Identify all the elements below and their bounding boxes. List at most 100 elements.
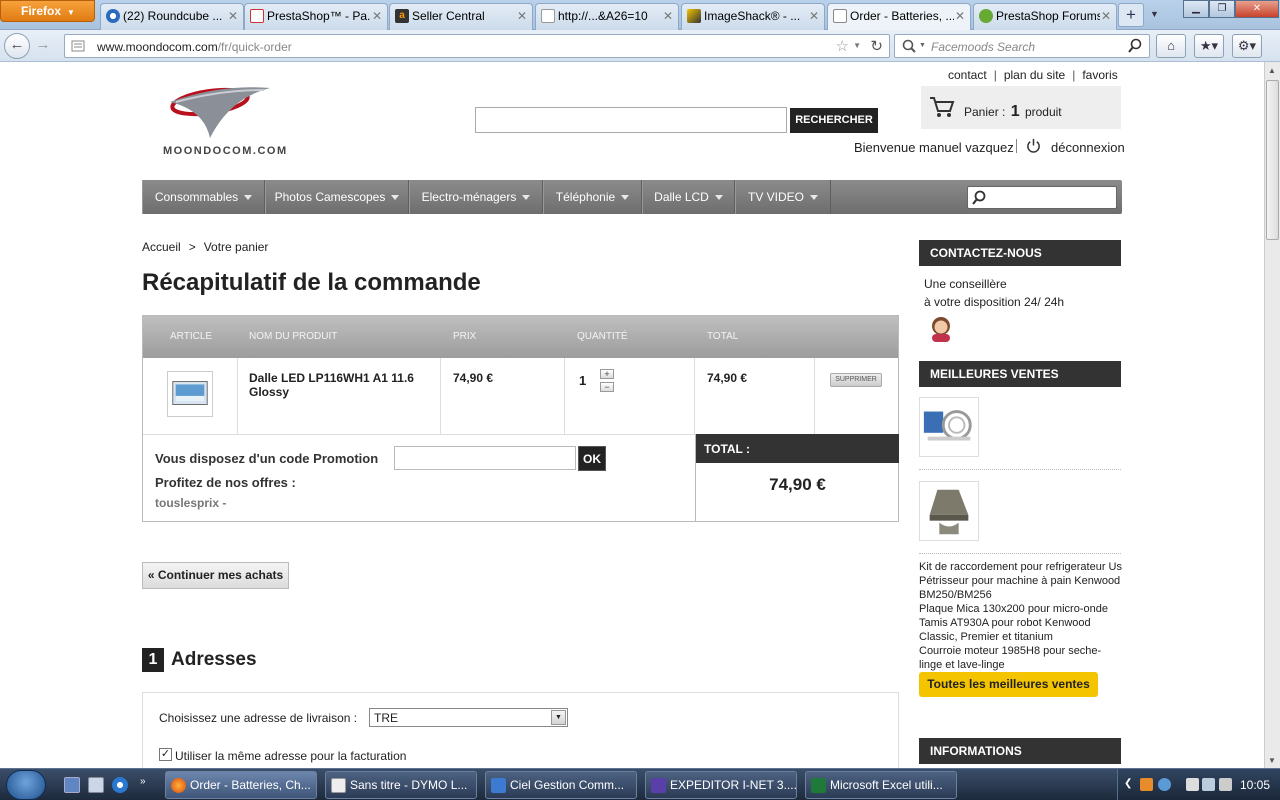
url-bar[interactable]: www.moondocom.com/fr/quick-order ☆ ▼ ↻ [64,34,890,58]
same-billing-checkbox[interactable]: ✓ [159,748,172,761]
taskbar-item-firefox[interactable]: Order - Batteries, Ch... [165,771,317,799]
product-thumbnail[interactable] [167,371,213,417]
close-icon[interactable]: ✕ [663,9,673,23]
forward-arrow-icon[interactable]: → [32,34,54,58]
window-close-icon[interactable]: ✕ [1235,0,1279,18]
power-icon[interactable] [1026,138,1041,153]
sitemap-link[interactable]: plan du site [1004,68,1065,82]
tray-app-icon[interactable] [1140,778,1153,791]
show-desktop-icon[interactable] [64,777,80,793]
internet-explorer-icon[interactable] [112,777,128,793]
new-tab-button[interactable]: + [1118,3,1144,27]
menu-item-telephonie[interactable]: Téléphonie [543,180,642,214]
best-seller-thumbnail[interactable] [919,397,979,457]
browser-tab-prestashop[interactable]: PrestaShop™ - Pa... ✕ [244,3,388,30]
tab-label: PrestaShop Forums [996,9,1100,23]
imageshack-icon [687,9,701,23]
addon-icon[interactable]: ⚙▾ [1232,34,1262,58]
close-icon[interactable]: ✕ [228,9,238,23]
cart-summary[interactable]: Panier : 1 produit [921,86,1121,129]
favorites-link[interactable]: favoris [1082,68,1117,82]
menu-item-consommables[interactable]: Consommables [142,180,265,214]
tab-list-icon[interactable]: ▼ [1150,9,1159,19]
best-seller-thumbnail[interactable] [919,481,979,541]
site-identity-icon[interactable] [71,39,85,53]
browser-tab-imageshack[interactable]: ImageShack® - ... ✕ [681,3,825,30]
browser-tab-prestashop-forums[interactable]: PrestaShop Forums ✕ [973,3,1117,30]
restore-icon[interactable]: ❐ [1209,0,1235,18]
menu-item-tv-video[interactable]: TV VIDEO [735,180,831,214]
close-icon[interactable]: ✕ [517,9,527,23]
same-billing-label[interactable]: Utiliser la même adresse pour la factura… [175,749,406,763]
clock[interactable]: 10:05 [1240,778,1270,792]
promo-ok-button[interactable]: OK [578,446,606,471]
delete-item-button[interactable]: Supprimer [830,373,882,387]
search-engine-icon[interactable] [901,38,917,54]
site-search-input[interactable] [475,107,787,133]
browser-tab-order[interactable]: Order - Batteries, ... ✕ [827,3,971,31]
quantity-decrease-icon[interactable]: − [600,382,614,392]
close-icon[interactable]: ✕ [1101,9,1111,23]
quick-launch-expand-icon[interactable]: » [140,776,156,792]
product-name-link[interactable]: Dalle LED LP116WH1 A1 11.6 Glossy [249,371,429,399]
back-arrow-icon[interactable]: ← [4,33,30,59]
page-scrollbar[interactable]: ▲ ▼ [1264,62,1280,768]
breadcrumb-home-link[interactable]: Accueil [142,240,181,254]
advisor-avatar-icon[interactable] [926,314,956,342]
column-header-product-name: Nom du produit [249,331,338,342]
continue-shopping-button[interactable]: « Continuer mes achats [142,562,289,589]
scrollbar-thumb[interactable] [1266,80,1279,240]
best-seller-link[interactable]: Kit de raccordement pour refrigerateur U… [919,560,1123,574]
chevron-down-icon[interactable]: ▼ [919,42,926,49]
promo-code-input[interactable] [394,446,576,470]
tray-update-icon[interactable] [1158,778,1171,791]
bookmark-star-icon[interactable]: ☆ [836,37,849,55]
delivery-address-select[interactable]: TRE ▼ [369,708,568,727]
quantity-increase-icon[interactable]: + [600,369,614,379]
url-text[interactable]: www.moondocom.com/fr/quick-order [97,40,292,54]
tray-device-icon[interactable] [1186,778,1199,791]
search-icon[interactable] [971,190,987,206]
browser-tab-seller-central[interactable]: a Seller Central ✕ [389,3,533,30]
best-seller-link[interactable]: Plaque Mica 130x200 pour micro-onde [919,602,1123,616]
menu-label: Téléphonie [555,190,616,204]
menu-item-photos-camescopes[interactable]: Photos Camescopes [265,180,409,214]
best-seller-link[interactable]: Tamis AT930A pour robot Kenwood Classic,… [919,616,1123,644]
taskbar-item-dymo[interactable]: Sans titre - DYMO L... [325,771,477,799]
browser-tab-http[interactable]: http://...&A26=10 ✕ [535,3,679,30]
url-history-dropdown-icon[interactable]: ▼ [853,41,861,50]
start-button-icon[interactable] [6,770,46,800]
scroll-down-icon[interactable]: ▼ [1268,756,1276,765]
best-seller-link[interactable]: Courroie moteur 1985H8 pour seche-linge … [919,644,1123,672]
search-button[interactable]: RECHERCHER [790,108,878,133]
taskbar-label: Sans titre - DYMO L... [350,778,468,792]
minimize-icon[interactable]: ▁ [1183,0,1209,18]
taskbar-item-ciel[interactable]: Ciel Gestion Comm... [485,771,637,799]
reload-icon[interactable]: ↻ [870,37,883,55]
scroll-up-icon[interactable]: ▲ [1268,66,1276,75]
window-switcher-icon[interactable] [88,777,104,793]
menu-item-electro-menagers[interactable]: Electro-ménagers [409,180,543,214]
logout-link[interactable]: déconnexion [1051,140,1125,155]
menu-item-dalle-lcd[interactable]: Dalle LCD [642,180,735,214]
search-icon[interactable] [1127,38,1143,54]
contact-link[interactable]: contact [948,68,987,82]
taskbar-item-excel[interactable]: Microsoft Excel utili... [805,771,957,799]
network-icon[interactable] [1202,778,1215,791]
close-icon[interactable]: ✕ [372,9,382,23]
browser-tab-roundcube[interactable]: (22) Roundcube ... ✕ [100,3,244,30]
tab-label: PrestaShop™ - Pa... [267,9,371,23]
home-icon[interactable]: ⌂ [1156,34,1186,58]
volume-icon[interactable] [1219,778,1232,791]
best-seller-link[interactable]: Pétrisseur pour machine à pain Kenwood B… [919,574,1123,602]
close-icon[interactable]: ✕ [809,9,819,23]
menu-search-input[interactable] [967,186,1117,209]
close-icon[interactable]: ✕ [955,9,965,23]
browser-search-bar[interactable]: ▼ Facemoods Search [894,34,1150,58]
offers-value[interactable]: touslesprix - [155,496,226,510]
taskbar-item-expeditor[interactable]: EXPEDITOR I-NET 3.... [645,771,797,799]
all-best-sellers-button[interactable]: Toutes les meilleures ventes [919,672,1098,697]
bookmarks-menu-icon[interactable]: ★▾ [1194,34,1224,58]
show-hidden-icons-icon[interactable]: ❮ [1124,778,1132,789]
firefox-menu-button[interactable]: Firefox ▼ [0,0,95,22]
